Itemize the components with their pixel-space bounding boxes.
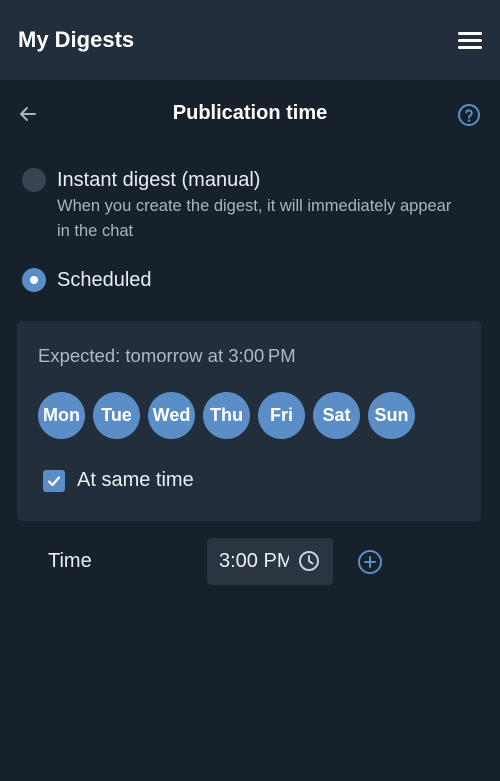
- time-label: Time: [48, 550, 92, 572]
- option-instant-description: When you create the digest, it will imme…: [57, 197, 452, 240]
- radio-instant[interactable]: [22, 168, 46, 192]
- clock-icon[interactable]: [298, 550, 320, 572]
- check-icon: [47, 475, 61, 486]
- expected-time-text: Expected: tomorrow at 3:00 PM: [38, 345, 296, 366]
- hamburger-menu-icon[interactable]: [458, 30, 482, 50]
- same-time-label: At same time: [77, 469, 194, 491]
- app-title: My Digests: [18, 27, 135, 52]
- day-sun[interactable]: Sun: [368, 392, 415, 439]
- option-instant-label: Instant digest (manual): [57, 169, 261, 191]
- option-scheduled-label: Scheduled: [57, 269, 152, 291]
- time-input[interactable]: 3:00 PM: [207, 538, 333, 585]
- app-header: My Digests: [0, 0, 500, 80]
- day-mon[interactable]: Mon: [38, 392, 85, 439]
- weekday-selector: Mon Tue Wed Thu Fri Sat Sun: [38, 392, 415, 439]
- option-scheduled[interactable]: Scheduled: [22, 268, 152, 292]
- day-fri[interactable]: Fri: [258, 392, 305, 439]
- same-time-checkbox[interactable]: [43, 469, 65, 492]
- page-title: Publication time: [172, 102, 328, 124]
- day-sat[interactable]: Sat: [313, 392, 360, 439]
- time-value: 3:00 PM: [219, 550, 289, 572]
- option-instant[interactable]: Instant digest (manual) When you create …: [22, 168, 457, 244]
- subheader: Publication time: [0, 92, 500, 136]
- day-tue[interactable]: Tue: [93, 392, 140, 439]
- plus-circle-icon[interactable]: [357, 549, 383, 575]
- day-wed[interactable]: Wed: [148, 392, 195, 439]
- same-time-option[interactable]: At same time: [43, 469, 194, 492]
- radio-scheduled[interactable]: [22, 268, 46, 292]
- time-row: Time 3:00 PM: [0, 538, 500, 586]
- schedule-panel: Expected: tomorrow at 3:00 PM Mon Tue We…: [17, 321, 481, 521]
- question-circle-icon[interactable]: [457, 103, 481, 127]
- day-thu[interactable]: Thu: [203, 392, 250, 439]
